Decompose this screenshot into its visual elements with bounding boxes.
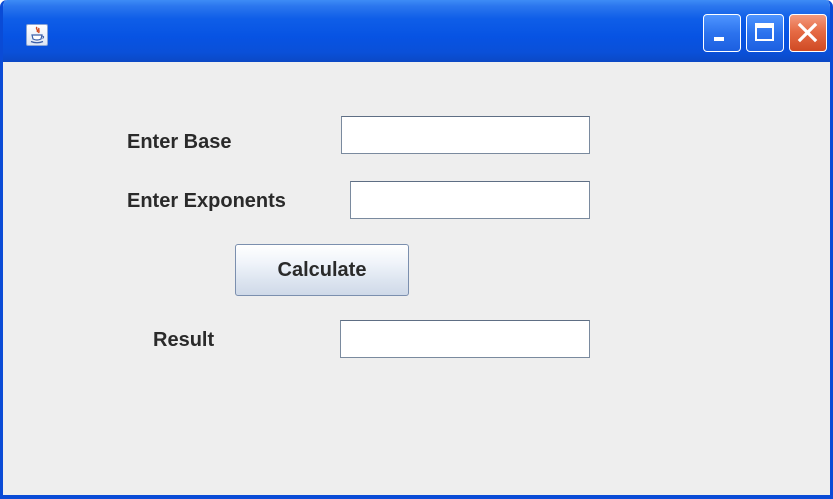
exponent-input[interactable] xyxy=(350,181,590,219)
form-panel: Enter Base Enter Exponents Calculate Res… xyxy=(3,62,830,495)
enter-base-label: Enter Base xyxy=(127,131,232,153)
enter-exponents-label: Enter Exponents xyxy=(127,190,286,212)
maximize-icon xyxy=(755,23,774,41)
minimize-icon xyxy=(714,37,724,41)
result-output[interactable] xyxy=(340,320,590,358)
minimize-button[interactable] xyxy=(703,14,741,52)
title-bar[interactable] xyxy=(3,0,830,62)
close-button[interactable] xyxy=(789,14,827,52)
close-icon xyxy=(797,22,818,43)
maximize-button[interactable] xyxy=(746,14,784,52)
base-input[interactable] xyxy=(341,116,590,154)
calculate-button[interactable]: Calculate xyxy=(235,244,409,296)
java-coffee-cup-icon[interactable] xyxy=(26,24,48,46)
app-window: Enter Base Enter Exponents Calculate Res… xyxy=(0,0,833,499)
result-label: Result xyxy=(153,329,215,351)
